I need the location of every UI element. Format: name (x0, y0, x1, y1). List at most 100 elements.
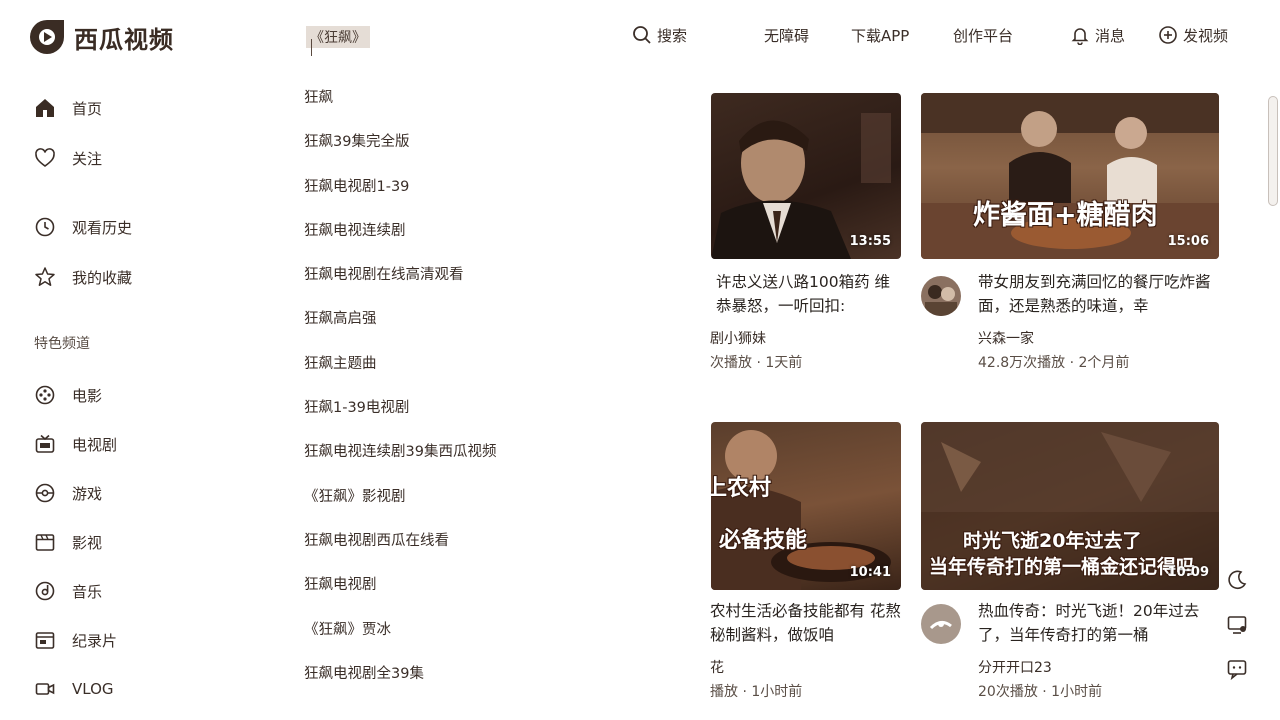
scrollbar[interactable] (1268, 96, 1278, 206)
video-author[interactable]: 兴森一家 (978, 328, 1218, 348)
music-disc-icon (35, 581, 55, 601)
sidebar-item-label: 影视 (72, 533, 103, 552)
suggestion-item[interactable]: 狂飙电视剧全39集 (304, 664, 684, 708)
suggestion-item[interactable]: 狂飙1-39电视剧 (304, 398, 684, 442)
chat-button[interactable] (1226, 658, 1248, 681)
sidebar-item-label: 游戏 (72, 484, 103, 503)
sidebar-item-label: 首页 (72, 99, 103, 118)
sidebar-item-film-tv[interactable]: 影视 (34, 531, 102, 553)
sidebar-item-favorites[interactable]: 我的收藏 (34, 266, 132, 288)
messages-label: 消息 (1095, 26, 1126, 45)
video-meta: 42.8万次播放 · 2个月前 (978, 355, 1130, 371)
suggestion-item[interactable]: 狂飙39集完全版 (304, 132, 684, 176)
clapperboard-icon (35, 534, 55, 551)
creator-platform-link[interactable]: 创作平台 (953, 24, 1013, 46)
video-author[interactable]: 剧小狮妹 (710, 328, 900, 348)
bell-icon (1071, 28, 1089, 45)
text-caret (311, 39, 312, 56)
video-thumbnail[interactable]: 炸酱面+糖醋肉 15:06 (921, 93, 1219, 259)
suggestion-item[interactable]: 狂飙电视剧 (304, 575, 684, 619)
upload-video-label: 发视频 (1183, 26, 1229, 45)
moon-icon (1228, 570, 1247, 590)
avatar-image (925, 285, 957, 316)
sidebar-item-label: 纪录片 (72, 631, 118, 650)
video-duration: 15:06 (1167, 234, 1209, 249)
suggestion-item[interactable]: 狂飙电视连续剧 (304, 221, 684, 265)
suggestion-item[interactable]: 狂飙主题曲 (304, 354, 684, 398)
suggestion-item[interactable]: 《狂飙》贾冰 (304, 620, 684, 664)
download-app-label: 下载APP (851, 26, 910, 45)
download-app-link[interactable]: 下载APP (851, 24, 909, 46)
search-suggestions: 狂飙 狂飙39集完全版 狂飙电视剧1-39 狂飙电视连续剧 狂飙电视剧在线高清观… (304, 88, 684, 708)
video-meta: 播放 · 1小时前 (710, 684, 803, 700)
video-thumbnail[interactable]: 13:55 (711, 93, 901, 259)
creator-platform-label: 创作平台 (953, 26, 1014, 45)
sidebar-item-label: 电视剧 (72, 435, 118, 454)
sidebar-item-documentary[interactable]: 纪录片 (34, 629, 117, 651)
messages-button[interactable]: 消息 (1070, 24, 1125, 46)
upload-video-button[interactable]: 发视频 (1158, 24, 1228, 46)
home-icon (36, 99, 54, 117)
sidebar-item-games[interactable]: 游戏 (34, 482, 102, 504)
clock-icon (35, 217, 55, 237)
logo[interactable]: 西瓜视频 (28, 18, 174, 56)
sidebar-item-tv-series[interactable]: 电视剧 (34, 433, 117, 455)
sidebar-item-label: 音乐 (72, 582, 103, 601)
video-author[interactable]: 分开开口23 (978, 657, 1218, 677)
author-avatar[interactable] (921, 604, 961, 644)
thumbnail-overlay-text-bottom: 当年传奇打的第一桶金还记得吗 (929, 556, 1196, 578)
video-thumbnail[interactable]: 上农村 必备技能 10:41 (711, 422, 901, 590)
search-input[interactable]: 《狂飙》 (306, 26, 370, 48)
sidebar-item-music[interactable]: 音乐 (34, 580, 102, 602)
gamepad-icon (35, 483, 55, 503)
avatar-image (929, 621, 952, 630)
sidebar-item-label: 电影 (72, 386, 103, 405)
video-title[interactable]: 许忠义送八路100箱药 维恭暴怒，一听回扣: (716, 270, 902, 318)
author-avatar[interactable] (921, 276, 961, 316)
channels-section-title: 特色频道 (34, 336, 90, 352)
suggestion-item[interactable]: 狂飙电视剧1-39 (304, 177, 684, 221)
video-meta: 次播放 · 1天前 (710, 355, 803, 371)
accessibility-label: 无障碍 (764, 26, 810, 45)
video-author[interactable]: 花 (710, 657, 900, 677)
sidebar-item-movies[interactable]: 电影 (34, 384, 102, 406)
sidebar-item-home[interactable]: 首页 (34, 97, 102, 119)
suggestion-item[interactable]: 狂飙高启强 (304, 309, 684, 353)
dark-mode-toggle[interactable] (1226, 569, 1248, 591)
video-duration: 10:41 (849, 565, 891, 580)
thumbnail-overlay-text-top: 时光飞逝20年过去了 (963, 530, 1142, 552)
watermelon-logo-icon (28, 18, 66, 56)
video-duration: 10:09 (1167, 565, 1209, 580)
search-button-label: 搜索 (657, 26, 688, 45)
tv-icon (35, 434, 55, 453)
suggestion-item[interactable]: 狂飙电视剧在线高清观看 (304, 265, 684, 309)
sidebar-item-vlog[interactable]: VLOG (34, 678, 114, 700)
video-thumbnail[interactable]: 时光飞逝20年过去了 当年传奇打的第一桶金还记得吗 10:09 (921, 422, 1219, 590)
logo-text: 西瓜视频 (74, 25, 174, 54)
video-title[interactable]: 农村生活必备技能都有 花熬秘制酱料，做饭咱 (710, 599, 902, 647)
sidebar-item-label: 关注 (72, 149, 103, 168)
sidebar-item-history[interactable]: 观看历史 (34, 216, 132, 238)
accessibility-link[interactable]: 无障碍 (764, 24, 809, 46)
sidebar-item-label: 观看历史 (72, 218, 133, 237)
feedback-button[interactable] (1226, 614, 1248, 636)
thumbnail-overlay-text-bottom: 必备技能 (719, 528, 808, 553)
suggestion-item[interactable]: 《狂飙》影视剧 (304, 487, 684, 531)
suggestion-item[interactable]: 狂飙电视剧西瓜在线看 (304, 531, 684, 575)
thumbnail-overlay-text: 炸酱面+糖醋肉 (973, 200, 1158, 231)
search-icon (633, 26, 651, 44)
documentary-icon (35, 632, 55, 649)
heart-icon (35, 148, 55, 167)
thumbnail-overlay-text-top: 上农村 (711, 476, 772, 501)
sidebar-item-label: VLOG (72, 680, 114, 698)
search-button[interactable]: 搜索 (632, 24, 687, 46)
plus-circle-icon (1159, 26, 1177, 44)
sidebar-item-label: 我的收藏 (72, 268, 133, 287)
suggestion-item[interactable]: 狂飙 (304, 88, 684, 132)
video-meta: 20次播放 · 1小时前 (978, 684, 1103, 700)
video-title[interactable]: 带女朋友到充满回忆的餐厅吃炸酱面，还是熟悉的味道，幸 (978, 270, 1220, 318)
sidebar-item-follow[interactable]: 关注 (34, 147, 102, 169)
suggestion-item[interactable]: 狂飙电视连续剧39集西瓜视频 (304, 442, 684, 486)
star-icon (35, 267, 55, 286)
video-title[interactable]: 热血传奇：时光飞逝！20年过去了，当年传奇打的第一桶 (978, 599, 1220, 647)
